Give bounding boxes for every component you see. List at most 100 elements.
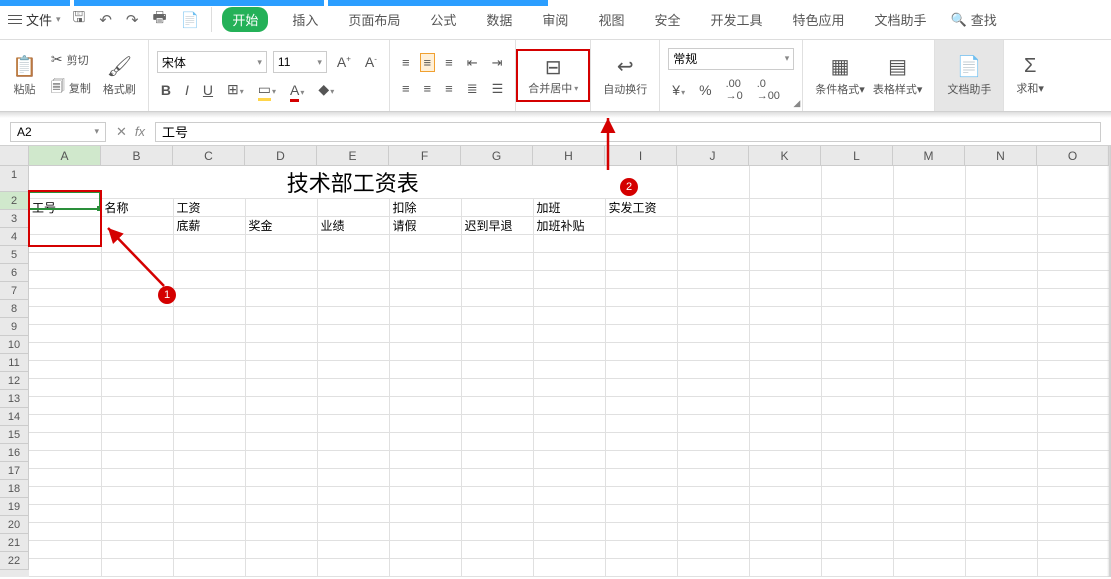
fill-color-button[interactable]: ▭: [254, 79, 280, 100]
tab-data[interactable]: 数据: [480, 6, 518, 33]
row-header[interactable]: 10: [0, 336, 29, 354]
tab-review[interactable]: 审阅: [536, 6, 574, 33]
number-format-select[interactable]: 常规▾: [668, 48, 794, 70]
col-header[interactable]: I: [605, 146, 677, 166]
tab-formula[interactable]: 公式: [424, 6, 462, 33]
cell[interactable]: 工资: [173, 199, 245, 217]
cell[interactable]: 奖金: [245, 217, 317, 235]
justify-button[interactable]: ≣: [463, 79, 482, 99]
wrap-text-button[interactable]: ↩ 自动换行: [599, 54, 651, 97]
row-header[interactable]: 7: [0, 282, 29, 300]
redo-icon[interactable]: ↷: [126, 11, 139, 29]
bold-button[interactable]: B: [157, 80, 175, 100]
col-header[interactable]: N: [965, 146, 1037, 166]
col-header[interactable]: C: [173, 146, 245, 166]
row-header[interactable]: 13: [0, 390, 29, 408]
italic-button[interactable]: I: [181, 80, 193, 100]
cell[interactable]: 实发工资: [605, 199, 677, 217]
col-header[interactable]: L: [821, 146, 893, 166]
underline-button[interactable]: U: [199, 80, 217, 100]
table-style-button[interactable]: ▤ 表格样式▾: [869, 54, 927, 97]
row-header[interactable]: 21: [0, 534, 29, 552]
effects-button[interactable]: ◆: [314, 79, 338, 100]
row-header[interactable]: 4: [0, 228, 29, 246]
copy-button[interactable]: 🗐复制: [47, 74, 95, 102]
tab-insert[interactable]: 插入: [286, 6, 324, 33]
align-left-button[interactable]: ≡: [398, 79, 414, 98]
col-header[interactable]: D: [245, 146, 317, 166]
col-header[interactable]: B: [101, 146, 173, 166]
print-icon[interactable]: 🖶: [152, 7, 166, 32]
row-header[interactable]: 12: [0, 372, 29, 390]
align-middle-button[interactable]: ≡: [420, 53, 436, 72]
increase-decimal-button[interactable]: .00→0: [722, 76, 747, 104]
decrease-font-button[interactable]: A-: [361, 52, 381, 72]
row-header[interactable]: 17: [0, 462, 29, 480]
row-header[interactable]: 20: [0, 516, 29, 534]
tab-special[interactable]: 特色应用: [786, 6, 850, 33]
tab-security[interactable]: 安全: [648, 6, 686, 33]
row-header[interactable]: 15: [0, 426, 29, 444]
sum-button[interactable]: Σ 求和▾: [1012, 55, 1048, 96]
tab-start[interactable]: 开始: [222, 7, 268, 32]
cancel-icon[interactable]: ✕: [116, 124, 127, 140]
print-preview-icon[interactable]: 📄: [181, 11, 200, 29]
font-size-select[interactable]: 11▾: [273, 51, 327, 73]
cell[interactable]: 底薪: [173, 217, 245, 235]
window-tab[interactable]: [74, 0, 324, 6]
paste-button[interactable]: 📋 粘贴: [8, 54, 41, 97]
tab-page-layout[interactable]: 页面布局: [342, 6, 406, 33]
undo-icon[interactable]: ↶: [99, 11, 112, 29]
align-bottom-button[interactable]: ≡: [441, 53, 457, 72]
distribute-button[interactable]: ☰: [488, 79, 508, 99]
row-header[interactable]: 18: [0, 480, 29, 498]
row-header[interactable]: 5: [0, 246, 29, 264]
dialog-launcher-icon[interactable]: ◢: [793, 98, 800, 109]
row-header[interactable]: 14: [0, 408, 29, 426]
align-center-button[interactable]: ≡: [420, 79, 436, 98]
window-tab[interactable]: [0, 0, 70, 6]
decrease-decimal-button[interactable]: .0→00: [753, 76, 784, 104]
cell[interactable]: 加班: [533, 199, 605, 217]
formula-input[interactable]: 工号: [155, 122, 1101, 142]
font-color-button[interactable]: A: [286, 80, 308, 100]
row-header[interactable]: 16: [0, 444, 29, 462]
percent-button[interactable]: %: [695, 80, 715, 100]
row-header[interactable]: 22: [0, 552, 29, 570]
save-icon[interactable]: 🖫: [73, 7, 86, 32]
cell[interactable]: 加班补贴: [533, 217, 605, 235]
col-header[interactable]: M: [893, 146, 965, 166]
row-header[interactable]: 3: [0, 210, 29, 228]
row-header[interactable]: 11: [0, 354, 29, 372]
currency-button[interactable]: ¥: [668, 80, 689, 100]
col-header[interactable]: O: [1037, 146, 1109, 166]
cell[interactable]: 迟到早退: [461, 217, 533, 235]
cell[interactable]: 业绩: [317, 217, 389, 235]
cells[interactable]: 技术部工资表 工号 名称 工资 扣除 加班 实发工资 底薪 奖金 业绩: [29, 166, 1110, 577]
name-box[interactable]: A2 ▾: [10, 122, 106, 142]
merge-center-button[interactable]: ⊟ 合并居中▾: [516, 49, 590, 102]
row-header[interactable]: 1: [0, 166, 29, 192]
tab-view[interactable]: 视图: [592, 6, 630, 33]
conditional-format-button[interactable]: ▦ 条件格式▾: [811, 54, 869, 97]
row-header[interactable]: 19: [0, 498, 29, 516]
increase-indent-button[interactable]: ⇥: [488, 53, 507, 73]
row-header[interactable]: 2: [0, 192, 29, 210]
format-painter-button[interactable]: 🖌 格式刷: [99, 54, 140, 97]
font-name-select[interactable]: 宋体▾: [157, 51, 267, 73]
cell[interactable]: 名称: [101, 199, 173, 217]
increase-font-button[interactable]: A+: [333, 52, 355, 72]
col-header[interactable]: F: [389, 146, 461, 166]
cut-button[interactable]: ✂剪切: [47, 49, 95, 70]
col-header[interactable]: H: [533, 146, 605, 166]
doc-helper-button[interactable]: 📄 文档助手: [943, 54, 995, 97]
cell[interactable]: 扣除: [389, 199, 461, 217]
decrease-indent-button[interactable]: ⇤: [463, 53, 482, 73]
col-header[interactable]: G: [461, 146, 533, 166]
align-right-button[interactable]: ≡: [441, 79, 457, 98]
fx-icon[interactable]: fx: [135, 124, 145, 140]
col-header[interactable]: J: [677, 146, 749, 166]
border-button[interactable]: ⊞: [223, 79, 248, 100]
cell[interactable]: 工号: [29, 199, 101, 217]
col-header[interactable]: A: [29, 146, 101, 166]
